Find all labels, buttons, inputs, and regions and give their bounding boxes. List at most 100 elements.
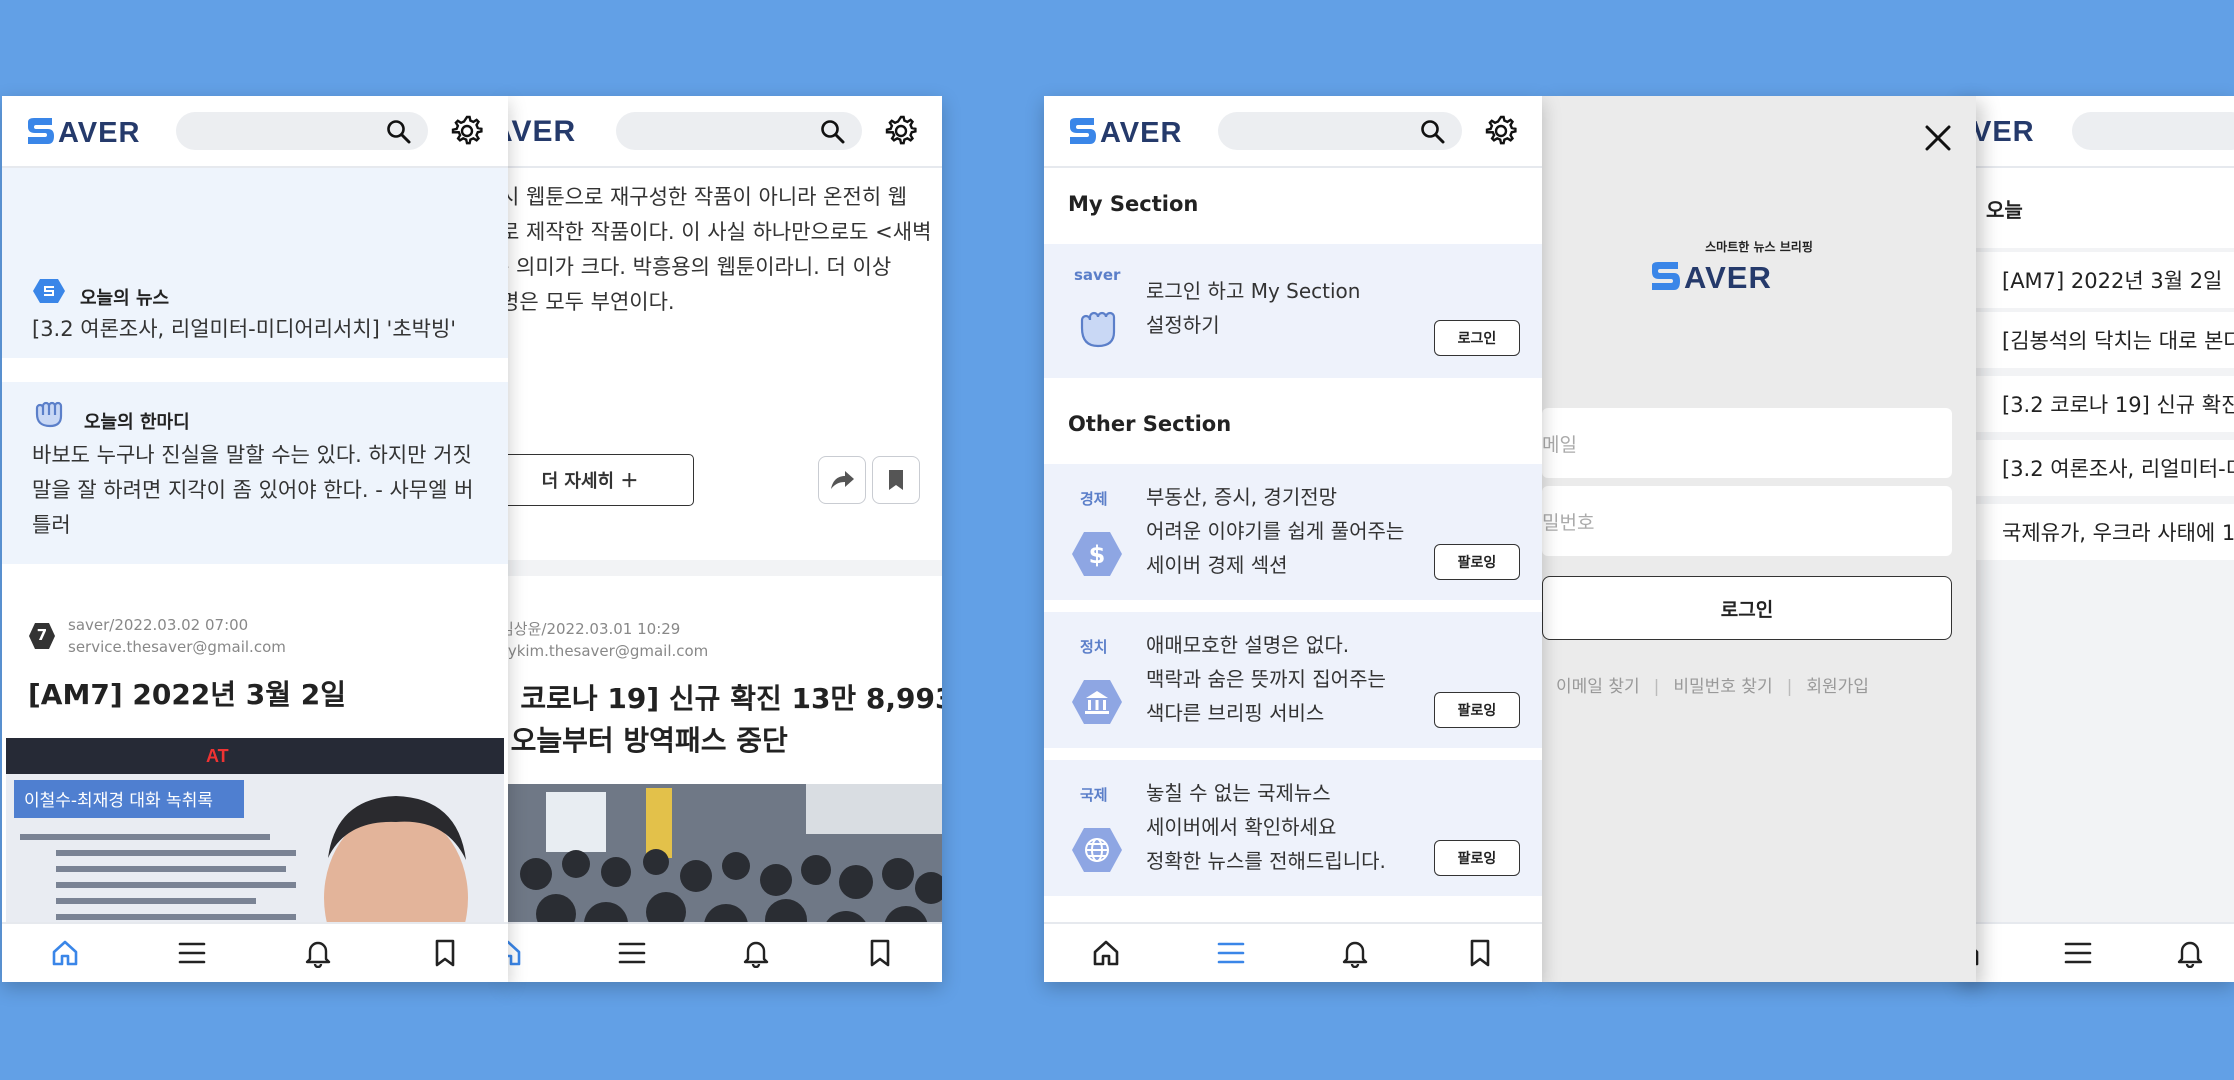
list-item[interactable]: [3.2 여론조사, 리얼미터-미디 (1960, 440, 2234, 496)
menu-icon (1217, 942, 1245, 964)
login-button[interactable]: 로그인 (1542, 576, 1952, 640)
svg-text:AVER: AVER (58, 117, 140, 146)
svg-text:AVER: AVER (1684, 260, 1772, 292)
fist-icon (35, 401, 63, 428)
list-item[interactable]: 국제유가, 우크라 사태에 10 (1960, 504, 2234, 560)
share-icon (831, 471, 854, 489)
bottom-tabbar (2, 922, 508, 982)
phone-home-feed: AVER 오늘의 뉴스 [3.2 여론조사, 리얼미터-미디어리서치] '초박빙… (2, 96, 508, 982)
login-panel: 스마트한 뉴스 브리핑 AVER 메일 밀번호 로그인 이메일 찾기 | 비밀번호 … (1542, 96, 1976, 982)
tab-notifications[interactable] (2170, 933, 2210, 973)
list-item[interactable]: [김봉석의 닥치는 대로 본다] (1960, 312, 2234, 368)
close-icon[interactable] (1924, 124, 1952, 152)
saver-logo[interactable]: VER (1972, 116, 2046, 146)
search-input[interactable] (176, 112, 428, 150)
search-icon[interactable] (1420, 119, 1446, 149)
tab-notifications[interactable] (298, 933, 338, 973)
gear-icon[interactable] (884, 114, 918, 148)
tab-home[interactable] (506, 933, 528, 973)
signup-link[interactable]: 회원가입 (1806, 672, 1869, 697)
search-input[interactable] (2072, 112, 2234, 150)
section-item-economy[interactable]: 경제 $ 부동산, 증시, 경기전망 어려운 이야기를 쉽게 풀어주는 세이버 … (1044, 464, 1542, 600)
section-category: 국제 (1080, 786, 1108, 804)
section-description: 부동산, 증시, 경기전망 어려운 이야기를 쉽게 풀어주는 세이버 경제 섹션 (1146, 485, 1405, 577)
password-field[interactable]: 밀번호 (1542, 486, 1952, 556)
svg-text:$: $ (1089, 541, 1106, 569)
tab-bookmarks[interactable] (425, 933, 465, 973)
email-field[interactable]: 메일 (1542, 408, 1952, 478)
rank-badge: 7 (28, 622, 56, 650)
search-input[interactable] (1218, 112, 1462, 150)
tab-bookmarks[interactable] (860, 933, 900, 973)
home-icon (1093, 940, 1119, 966)
bottom-tabbar (1044, 922, 1542, 982)
my-section-text: 로그인 하고 My Section 설정하기 (1146, 279, 1361, 337)
tab-bookmarks[interactable] (1460, 933, 1500, 973)
tab-menu[interactable] (172, 933, 212, 973)
today-news-card[interactable]: 오늘의 뉴스 [3.2 여론조사, 리얼미터-미디어리서치] '초박빙' (2, 168, 508, 358)
my-section-category: saver (1074, 266, 1121, 284)
share-button[interactable] (818, 456, 866, 504)
tagline: 스마트한 뉴스 브리핑 (1705, 240, 1813, 254)
fist-icon (1080, 311, 1116, 348)
tab-menu[interactable] (2058, 933, 2098, 973)
quote-card: 오늘의 한마디 바보도 누구나 진실을 말할 수는 있다. 하지만 거짓 말을 … (2, 382, 508, 564)
menu-icon (2064, 942, 2092, 964)
article-photo[interactable] (506, 784, 942, 922)
bell-icon (1343, 941, 1368, 968)
following-button[interactable]: 팔로잉 (1434, 692, 1520, 728)
section-description: 놓칠 수 없는 국제뉴스 세이버에서 확인하세요 정확한 뉴스를 전해드립니다. (1146, 781, 1386, 873)
menu-icon (178, 942, 206, 964)
login-button[interactable]: 로그인 (1434, 320, 1520, 356)
phone-today-list: VER 오늘 [AM7] 2022년 3월 2일 [김봉석의 닥치는 대로 본다… (1960, 96, 2234, 982)
tab-home[interactable] (45, 933, 85, 973)
saver-logo[interactable]: SAVER (506, 116, 590, 146)
today-news-title: 오늘의 뉴스 (80, 288, 170, 309)
tab-home[interactable] (1086, 933, 1126, 973)
svg-text:VER: VER (1972, 116, 2035, 146)
gear-icon[interactable] (450, 114, 484, 148)
find-password-link[interactable]: 비밀번호 찾기 (1673, 672, 1772, 697)
find-email-link[interactable]: 이메일 찾기 (1556, 672, 1640, 697)
article-headline[interactable]: [AM7] 2022년 3월 2일 (28, 674, 346, 716)
section-item-politics[interactable]: 정치 애매모호한 설명은 없다. 맥락과 숨은 뜻까지 집어주는 색다른 브리핑… (1044, 612, 1542, 748)
tab-menu[interactable] (612, 933, 652, 973)
today-news-text: [3.2 여론조사, 리얼미터-미디어리서치] '초박빙' (32, 317, 457, 341)
search-icon[interactable] (820, 119, 846, 149)
svg-text:이철수-최재경 대화 녹취록: 이철수-최재경 대화 녹취록 (24, 791, 213, 811)
search-input[interactable] (616, 112, 862, 150)
bookmark-icon (870, 939, 890, 967)
tab-notifications[interactable] (1335, 933, 1375, 973)
more-button[interactable]: 더 자세히 ＋ (506, 454, 694, 506)
article-photo[interactable]: AT 이철수-최재경 대화 녹취록 (6, 738, 504, 924)
svg-text:AT: AT (206, 746, 229, 766)
saver-logo[interactable]: AVER (1068, 116, 1192, 146)
list-item[interactable]: [3.2 코로나 19] 신규 확진 2 (1960, 376, 2234, 432)
section-category: 경제 (1080, 490, 1108, 508)
list-item[interactable]: [AM7] 2022년 3월 2일 (1960, 252, 2234, 308)
saver-s-icon (33, 279, 65, 303)
dollar-icon: $ (1072, 532, 1122, 576)
article-headline[interactable]: . 코로나 19] 신규 확진 13만 8,993 ·오늘부터 방역패스 중단 (506, 678, 942, 762)
following-button[interactable]: 팔로잉 (1434, 840, 1520, 876)
bookmark-button[interactable] (872, 456, 920, 504)
bookmark-icon (889, 470, 903, 490)
search-icon[interactable] (386, 119, 412, 149)
section-item-international[interactable]: 국제 놓칠 수 없는 국제뉴스 세이버에서 확인하세요 정확한 뉴스를 전해드립… (1044, 760, 1542, 896)
quote-title: 오늘의 한마디 (84, 412, 190, 433)
home-icon (506, 940, 521, 966)
bottom-tabbar (1960, 922, 2234, 982)
article-meta: 김상윤/2022.03.01 10:29 sykim.thesaver@gmai… (506, 620, 709, 660)
gear-icon[interactable] (1484, 114, 1518, 148)
tab-notifications[interactable] (736, 933, 776, 973)
saver-logo[interactable]: AVER (26, 116, 150, 146)
saver-logo: AVER (1650, 260, 1800, 296)
bell-icon (743, 941, 769, 968)
government-building-icon (1072, 680, 1122, 724)
tab-menu[interactable] (1211, 933, 1251, 973)
other-section-heading: Other Section (1068, 412, 1232, 436)
bookmark-icon (435, 939, 455, 967)
following-button[interactable]: 팔로잉 (1434, 544, 1520, 580)
svg-text:SAVER: SAVER (506, 116, 576, 146)
my-section-heading: My Section (1068, 192, 1199, 216)
